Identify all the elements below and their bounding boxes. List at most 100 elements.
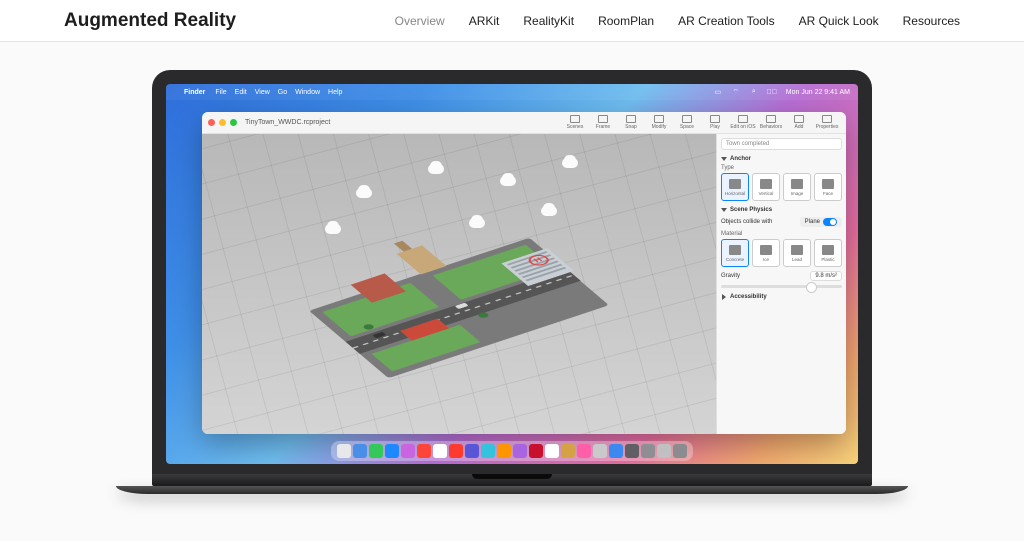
control-center-icon[interactable]: �⃟ <box>768 88 776 96</box>
menubar-item[interactable]: File <box>215 89 226 96</box>
dock <box>331 441 693 461</box>
chevron-right-icon <box>722 294 726 300</box>
3d-viewport[interactable]: H <box>202 134 716 434</box>
toolbar-snap[interactable]: Snap <box>618 115 644 130</box>
toolbar-frame[interactable]: Frame <box>590 115 616 130</box>
window-filename: TinyTown_WWDC.rcproject <box>245 119 330 126</box>
toolbar-behaviors[interactable]: Behaviors <box>758 115 784 130</box>
dock-app[interactable] <box>433 444 447 458</box>
dock-app[interactable] <box>545 444 559 458</box>
anchor-type-vertical[interactable]: Vertical <box>752 173 780 201</box>
cloud <box>562 158 578 168</box>
car <box>455 303 469 310</box>
dock-app[interactable] <box>337 444 351 458</box>
status-field[interactable]: Town completed <box>721 138 842 150</box>
dock-app[interactable] <box>673 444 687 458</box>
collide-row: Objects collide with Plane <box>721 217 842 227</box>
section-accessibility[interactable]: Accessibility <box>721 294 842 300</box>
menubar-item[interactable]: View <box>255 89 270 96</box>
laptop: Finder File Edit View Go Window Help ▭ ⌔ ⌕ �⃟… <box>152 70 872 494</box>
nav-link-overview[interactable]: Overview <box>395 14 445 28</box>
search-icon[interactable]: ⌕ <box>750 88 758 96</box>
dock-app[interactable] <box>657 444 671 458</box>
zoom-icon[interactable] <box>230 119 237 126</box>
menubar-clock[interactable]: Mon Jun 22 9:41 AM <box>786 89 850 96</box>
nav-link-arkit[interactable]: ARKit <box>469 14 500 28</box>
cloud <box>325 224 341 234</box>
nav-link-roomplan[interactable]: RoomPlan <box>598 14 654 28</box>
dock-app[interactable] <box>593 444 607 458</box>
hero-stage: Finder File Edit View Go Window Help ▭ ⌔ ⌕ �⃟… <box>0 42 1024 541</box>
wifi-icon[interactable]: ⌔ <box>732 88 740 96</box>
dock-app[interactable] <box>609 444 623 458</box>
menubar-item[interactable]: Go <box>278 89 287 96</box>
tree <box>476 312 490 319</box>
cloud <box>500 176 516 186</box>
menubar-item[interactable]: Help <box>328 89 342 96</box>
material-label: Material <box>721 231 842 237</box>
material-concrete[interactable]: Concrete <box>721 239 749 267</box>
section-physics[interactable]: Scene Physics <box>721 207 842 213</box>
window-toolbar: ScenesFrameSnapModifySpacePlayEdit on iO… <box>562 115 840 130</box>
top-nav: Augmented Reality OverviewARKitRealityKi… <box>0 0 1024 42</box>
nav-link-resources[interactable]: Resources <box>903 14 960 28</box>
nav-link-realitykit[interactable]: RealityKit <box>523 14 574 28</box>
material-plastic[interactable]: Plastic <box>814 239 842 267</box>
material-row: ConcreteIceLeadPlastic <box>721 239 842 267</box>
anchor-type-image[interactable]: Image <box>783 173 811 201</box>
dock-app[interactable] <box>465 444 479 458</box>
anchor-type-horizontal[interactable]: Horizontal <box>721 173 749 201</box>
laptop-screen: Finder File Edit View Go Window Help ▭ ⌔ ⌕ �⃟… <box>166 84 858 464</box>
menubar-item[interactable]: Edit <box>235 89 247 96</box>
battery-icon[interactable]: ▭ <box>714 88 722 96</box>
collide-value[interactable]: Plane <box>800 217 842 227</box>
menubar-items: File Edit View Go Window Help <box>215 89 342 96</box>
menubar-app[interactable]: Finder <box>184 89 205 96</box>
toolbar-edit-on-ios[interactable]: Edit on iOS <box>730 115 756 130</box>
laptop-foot <box>116 486 908 494</box>
toolbar-modify[interactable]: Modify <box>646 115 672 130</box>
nav-link-ar-creation-tools[interactable]: AR Creation Tools <box>678 14 775 28</box>
dock-app[interactable] <box>401 444 415 458</box>
dock-app[interactable] <box>385 444 399 458</box>
nav-link-ar-quick-look[interactable]: AR Quick Look <box>799 14 879 28</box>
dock-app[interactable] <box>513 444 527 458</box>
toolbar-add[interactable]: Add <box>786 115 812 130</box>
material-ice[interactable]: Ice <box>752 239 780 267</box>
anchor-type-face[interactable]: Face <box>814 173 842 201</box>
minimize-icon[interactable] <box>219 119 226 126</box>
toolbar-space[interactable]: Space <box>674 115 700 130</box>
section-anchor[interactable]: Anchor <box>721 156 842 162</box>
dock-app[interactable] <box>529 444 543 458</box>
reality-composer-window: TinyTown_WWDC.rcproject ScenesFrameSnapM… <box>202 112 846 434</box>
window-titlebar: TinyTown_WWDC.rcproject ScenesFrameSnapM… <box>202 112 846 134</box>
toolbar-scenes[interactable]: Scenes <box>562 115 588 130</box>
traffic-lights <box>208 119 237 126</box>
dock-app[interactable] <box>417 444 431 458</box>
dock-app[interactable] <box>641 444 655 458</box>
toggle-icon[interactable] <box>823 218 837 226</box>
desktop: TinyTown_WWDC.rcproject ScenesFrameSnapM… <box>166 100 858 438</box>
cloud <box>428 164 444 174</box>
dock-app[interactable] <box>497 444 511 458</box>
dock-app[interactable] <box>353 444 367 458</box>
dock-app[interactable] <box>577 444 591 458</box>
anchor-type-row: HorizontalVerticalImageFace <box>721 173 842 201</box>
dock-app[interactable] <box>625 444 639 458</box>
menubar-item[interactable]: Window <box>295 89 320 96</box>
gravity-value[interactable]: 9.8 m/s² <box>810 271 842 281</box>
dock-app[interactable] <box>449 444 463 458</box>
gravity-slider[interactable] <box>721 285 842 288</box>
material-lead[interactable]: Lead <box>783 239 811 267</box>
close-icon[interactable] <box>208 119 215 126</box>
dock-app[interactable] <box>369 444 383 458</box>
toolbar-properties[interactable]: Properties <box>814 115 840 130</box>
laptop-base <box>152 474 872 486</box>
laptop-lid: Finder File Edit View Go Window Help ▭ ⌔ ⌕ �⃟… <box>152 70 872 474</box>
dock-app[interactable] <box>561 444 575 458</box>
window-body: H <box>202 134 846 434</box>
dock-app[interactable] <box>481 444 495 458</box>
laptop-notch <box>472 474 552 479</box>
toolbar-play[interactable]: Play <box>702 115 728 130</box>
inspector-panel: Town completed Anchor Type HorizontalVer… <box>716 134 846 434</box>
